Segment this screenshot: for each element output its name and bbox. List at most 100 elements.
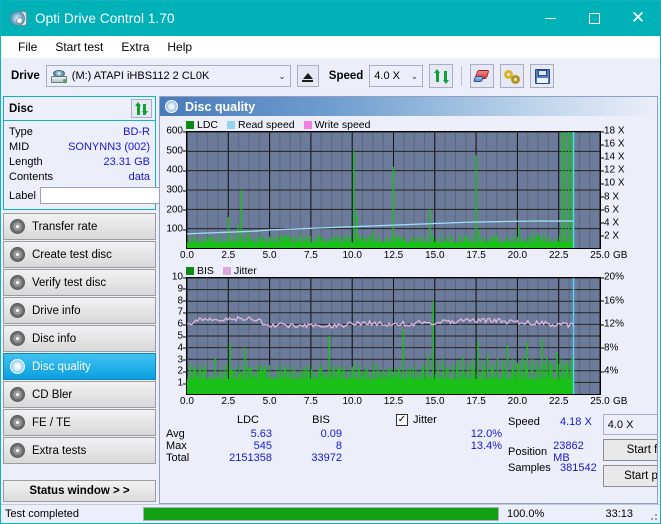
minimize-button[interactable] [528, 1, 572, 36]
progress-bar [143, 507, 499, 521]
speed-label: Speed [329, 70, 364, 82]
maximize-icon [589, 13, 600, 24]
speed-status-value: 4.18 X [560, 416, 592, 428]
test-speed-select[interactable]: 4.0 X ⌄ [603, 414, 658, 435]
legend-item-read-speed: Read speed [227, 119, 295, 131]
axis-tick-label: 10.0 [342, 250, 361, 261]
axis-tick-label: 2.5 [221, 396, 235, 407]
jitter-checkbox[interactable]: ✓ [396, 414, 408, 426]
results-max-ldc: 545 [210, 440, 286, 452]
tools-icon [504, 69, 520, 84]
status-window-button[interactable]: Status window > > [3, 480, 156, 502]
disc-label-row: Label [9, 186, 150, 205]
results-col-ldc: LDC [210, 414, 286, 428]
axis-tick-label: 17.5 [466, 396, 485, 407]
axis-tick-label: 2 X [604, 230, 619, 241]
resize-grip[interactable] [645, 508, 657, 520]
menu-file[interactable]: File [9, 38, 46, 56]
tools-button[interactable] [500, 64, 524, 88]
legend-label: Read speed [238, 119, 295, 131]
axis-tick-label: 16% [604, 295, 624, 306]
jitter-label: Jitter [413, 414, 437, 426]
axis-tick-label: 10 [172, 272, 183, 283]
sidebar-item-label: Transfer rate [32, 221, 97, 233]
sidebar-item-label: CD Bler [32, 389, 72, 401]
status-row-position: Position 23862 MB [508, 444, 597, 460]
results-table: LDC BIS Avg 5.63 0.09 Max 545 8 Total 21… [166, 414, 396, 501]
position-value: 23862 MB [553, 440, 597, 464]
disc-icon [10, 247, 25, 262]
legend-swatch [304, 121, 312, 129]
sidebar-item-cd-bler[interactable]: CD Bler [3, 381, 156, 408]
refresh-button[interactable] [429, 64, 453, 88]
axis-tick-label: 12% [604, 319, 624, 330]
axis-tick-label: 8 [177, 295, 183, 306]
results-area: LDC BIS Avg 5.63 0.09 Max 545 8 Total 21… [160, 410, 657, 503]
test-action-buttons: 4.0 X ⌄ Start full Start part [603, 414, 658, 501]
save-icon [535, 69, 550, 84]
erase-button[interactable] [470, 64, 494, 88]
bottom-plot-wrap: 1 2 3 4 5 6 7 8 9 10 4% 8% 12% 16% 20% [160, 277, 657, 395]
disc-icon [10, 443, 25, 458]
axis-tick-label: 400 [166, 165, 183, 176]
sidebar-item-verify-test-disc[interactable]: Verify test disc [3, 269, 156, 296]
disc-label-caption: Label [9, 190, 36, 202]
jitter-header: ✓ Jitter [396, 414, 508, 426]
top-chart-legend: LDC Read speed Write speed [160, 118, 657, 131]
sidebar-item-label: Create test disc [32, 249, 112, 261]
disc-quality-icon [165, 100, 178, 113]
axis-tick-label: 12 X [604, 165, 625, 176]
results-total-bis: 33972 [286, 452, 356, 464]
bottom-chart: BIS Jitter 1 2 3 4 5 6 7 8 9 10 4% 8% 12% 16% 20% 0.0… [160, 264, 657, 410]
menu-extra[interactable]: Extra [112, 38, 158, 56]
sidebar-item-extra-tests[interactable]: Extra tests [3, 437, 156, 464]
legend-swatch [223, 267, 231, 275]
app-disc-icon [9, 10, 27, 28]
chevron-down-icon: ⌄ [405, 71, 419, 82]
bottom-chart-x-axis: 0.0 2.5 5.0 7.5 10.0 12.5 15.0 17.5 20.0 22.5 25.0… [186, 395, 657, 410]
axis-tick-label: 5.0 [263, 250, 277, 261]
disc-info-rows: Type BD-R MID SONYNN3 (002) Length 23.31… [4, 121, 155, 209]
disc-row-type: Type BD-R [9, 124, 150, 139]
sidebar-item-drive-info[interactable]: Drive info [3, 297, 156, 324]
axis-tick-label: 14 X [604, 152, 625, 163]
drive-select[interactable]: (M:) ATAPI iHBS112 2 CL0K ⌄ [46, 65, 291, 87]
save-button[interactable] [530, 64, 554, 88]
sidebar-item-disc-info[interactable]: Disc info [3, 325, 156, 352]
sidebar-item-transfer-rate[interactable]: Transfer rate [3, 213, 156, 240]
axis-tick-label: 18 X [604, 126, 625, 137]
sidebar-item-disc-quality[interactable]: Disc quality [3, 353, 156, 380]
axis-tick-label: 5.0 [263, 396, 277, 407]
axis-tick-label: 17.5 [466, 250, 485, 261]
sidebar-item-fe-te[interactable]: FE / TE [3, 409, 156, 436]
axis-tick-label: 25.0 [590, 396, 609, 407]
axis-tick-label: 15.0 [425, 396, 444, 407]
axis-tick-label: 3 [177, 354, 183, 365]
drive-label: Drive [11, 70, 40, 82]
sidebar-item-create-test-disc[interactable]: Create test disc [3, 241, 156, 268]
axis-tick-label: 12.5 [384, 250, 403, 261]
disc-mid-label: MID [9, 141, 29, 153]
disc-refresh-button[interactable] [131, 99, 152, 118]
legend-item-ldc: LDC [186, 119, 218, 131]
top-chart-plot [186, 131, 601, 249]
axis-tick-label: 2.5 [221, 250, 235, 261]
disc-length-label: Length [9, 156, 43, 168]
sidebar-nav: Transfer rate Create test disc Verify te… [3, 213, 156, 464]
legend-label: BIS [197, 265, 214, 277]
close-button[interactable]: ✕ [616, 1, 660, 36]
speed-select[interactable]: 4.0 X ⌄ [369, 65, 423, 87]
maximize-button[interactable] [572, 1, 616, 36]
sidebar-spacer [3, 464, 156, 477]
start-full-button[interactable]: Start full [603, 439, 658, 461]
axis-tick-label: 20.0 [508, 396, 527, 407]
top-chart-x-axis: 0.0 2.5 5.0 7.5 10.0 12.5 15.0 17.5 20.0 22.5 25.0… [186, 249, 657, 264]
start-part-button[interactable]: Start part [603, 465, 658, 487]
eject-button[interactable] [297, 65, 319, 87]
axis-tick-label: 6 [177, 319, 183, 330]
axis-tick-label: 10 X [604, 178, 625, 189]
axis-tick-label: 7.5 [304, 250, 318, 261]
speed-select-value: 4.0 X [374, 70, 400, 82]
menu-start-test[interactable]: Start test [46, 38, 112, 56]
menu-help[interactable]: Help [158, 38, 201, 56]
